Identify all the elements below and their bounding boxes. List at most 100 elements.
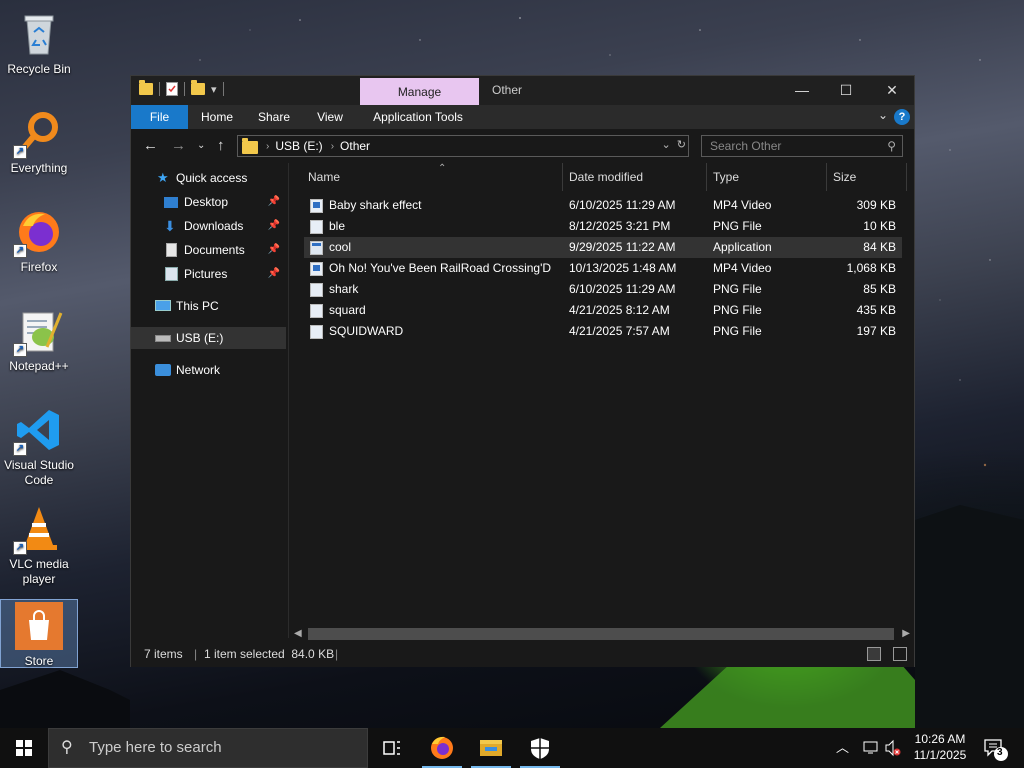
clock-date: 11/1/2025 bbox=[913, 748, 967, 762]
up-button[interactable]: ↑ bbox=[217, 137, 225, 154]
taskbar-firefox[interactable] bbox=[418, 728, 466, 768]
file-type: MP4 Video bbox=[713, 198, 772, 212]
horizontal-scrollbar[interactable]: ◀ ▶ bbox=[290, 626, 914, 642]
show-hidden-icons-button[interactable]: ︿ bbox=[836, 728, 849, 768]
folder-icon bbox=[139, 80, 153, 95]
details-view-button[interactable] bbox=[867, 647, 881, 661]
notification-center-button[interactable]: 3 bbox=[982, 728, 1012, 768]
file-name: ble bbox=[329, 219, 346, 233]
file-size: 85 KB bbox=[863, 282, 896, 296]
maximize-button[interactable]: ☐ bbox=[823, 76, 869, 105]
network-status[interactable] bbox=[862, 728, 880, 768]
file-row[interactable]: Oh No! You've Been RailRoad Crossing'D 10… bbox=[304, 258, 902, 279]
recent-locations-button[interactable]: ⌄ bbox=[197, 140, 205, 151]
network-disconnected-icon bbox=[863, 741, 878, 754]
tab-share[interactable]: Share bbox=[251, 105, 297, 129]
desktop-icon-firefox[interactable]: ↗ Firefox bbox=[0, 202, 78, 292]
desktop-icon-vlc[interactable]: ↗ VLC media player bbox=[0, 499, 78, 597]
nav-quick-access[interactable]: ★ Quick access bbox=[131, 167, 286, 189]
forward-button[interactable]: → bbox=[171, 137, 186, 154]
video-file-icon bbox=[310, 199, 323, 213]
file-size: 10 KB bbox=[863, 219, 896, 233]
desktop-icon-vscode[interactable]: ↗ Visual Studio Code bbox=[0, 400, 78, 498]
file-name: Baby shark effect bbox=[329, 198, 422, 212]
everything-search-icon: ↗ bbox=[13, 109, 63, 159]
nav-desktop[interactable]: Desktop 📌 bbox=[131, 191, 286, 213]
column-header-date[interactable]: Date modified bbox=[563, 163, 707, 191]
column-header-name[interactable]: Name ⌃ bbox=[302, 163, 563, 191]
search-placeholder: Search Other bbox=[710, 139, 782, 153]
file-name: Oh No! You've Been RailRoad Crossing'D bbox=[329, 261, 552, 275]
taskbar: ⚲ Type here to search ︿ 10:26 AM 11/1/20… bbox=[0, 728, 1024, 768]
tab-home[interactable]: Home bbox=[193, 105, 241, 129]
scroll-right-icon[interactable]: ▶ bbox=[902, 626, 910, 642]
chevron-up-icon: ︿ bbox=[836, 740, 850, 755]
file-date: 4/21/2025 8:12 AM bbox=[569, 303, 670, 317]
tab-view[interactable]: View bbox=[307, 105, 353, 129]
desktop-icon-label: Recycle Bin bbox=[7, 62, 71, 76]
taskbar-file-explorer[interactable] bbox=[467, 728, 515, 768]
column-header-type[interactable]: Type bbox=[707, 163, 827, 191]
file-row[interactable]: shark 6/10/2025 11:29 AM PNG File 85 KB bbox=[304, 279, 902, 300]
task-view-button[interactable] bbox=[368, 728, 416, 768]
help-icon[interactable]: ? bbox=[894, 109, 910, 125]
file-date: 4/21/2025 7:57 AM bbox=[569, 324, 670, 338]
separator bbox=[159, 82, 160, 96]
nav-pictures[interactable]: Pictures 📌 bbox=[131, 263, 286, 285]
selection-info: 1 item selected 84.0 KB bbox=[204, 647, 335, 661]
back-button[interactable]: ← bbox=[143, 137, 158, 154]
file-row[interactable]: SQUIDWARD 4/21/2025 7:57 AM PNG File 197 KB bbox=[304, 321, 902, 342]
minimize-button[interactable]: — bbox=[779, 76, 825, 105]
customize-toolbar-icon[interactable]: ▾ bbox=[211, 83, 217, 96]
desktop-icon-notepadpp[interactable]: ↗ Notepad++ bbox=[0, 301, 78, 391]
nav-documents[interactable]: Documents 📌 bbox=[131, 239, 286, 261]
breadcrumb-drive[interactable]: USB (E:) bbox=[275, 139, 322, 153]
search-input[interactable]: Search Other ⚲ bbox=[701, 135, 903, 157]
taskbar-search-placeholder: Type here to search bbox=[89, 739, 222, 756]
nav-usb-drive[interactable]: USB (E:) bbox=[131, 327, 286, 349]
taskbar-security[interactable] bbox=[516, 728, 564, 768]
file-row[interactable]: Baby shark effect 6/10/2025 11:29 AM MP4 V… bbox=[304, 195, 902, 216]
clock[interactable]: 10:26 AM 11/1/2025 bbox=[900, 731, 980, 763]
start-button[interactable] bbox=[0, 728, 48, 768]
scrollbar-thumb[interactable] bbox=[308, 628, 894, 640]
file-row[interactable]: ble 8/12/2025 3:21 PM PNG File 10 KB bbox=[304, 216, 902, 237]
nav-network[interactable]: Network bbox=[131, 359, 286, 381]
address-bar[interactable]: › USB (E:) › Other ⌄ ↻ bbox=[237, 135, 689, 157]
pin-icon[interactable]: 📌 bbox=[268, 263, 280, 285]
notepadpp-icon: ↗ bbox=[13, 307, 63, 357]
properties-icon[interactable] bbox=[166, 82, 178, 96]
nav-downloads[interactable]: ⬇ Downloads 📌 bbox=[131, 215, 286, 237]
file-type: MP4 Video bbox=[713, 261, 772, 275]
image-file-icon bbox=[310, 325, 323, 339]
pin-icon[interactable]: 📌 bbox=[268, 191, 280, 213]
taskbar-search-box[interactable]: ⚲ Type here to search bbox=[48, 728, 368, 768]
desktop-icon-everything[interactable]: ↗ Everything bbox=[0, 103, 78, 193]
file-row[interactable]: cool 9/29/2025 11:22 AM Application 84 KB bbox=[304, 237, 902, 258]
breadcrumb-folder[interactable]: Other bbox=[340, 139, 370, 153]
tab-application-tools[interactable]: Application Tools bbox=[365, 105, 471, 129]
pin-icon[interactable]: 📌 bbox=[268, 239, 280, 261]
desktop-icon-store[interactable]: Store bbox=[0, 599, 78, 668]
notification-count: 3 bbox=[997, 747, 1003, 758]
file-type: PNG File bbox=[713, 324, 762, 338]
refresh-icon[interactable]: ⌄ ↻ bbox=[661, 138, 686, 151]
file-row[interactable]: squard 4/21/2025 8:12 AM PNG File 435 KB bbox=[304, 300, 902, 321]
firefox-icon bbox=[431, 736, 453, 759]
file-size: 197 KB bbox=[856, 324, 896, 338]
video-file-icon bbox=[310, 262, 323, 276]
close-button[interactable]: ✕ bbox=[869, 76, 915, 105]
status-bar: 7 items | 1 item selected 84.0 KB | bbox=[131, 642, 914, 667]
tab-file[interactable]: File bbox=[131, 105, 188, 129]
chevron-down-icon[interactable]: ⌄ bbox=[878, 108, 888, 122]
nav-this-pc[interactable]: This PC bbox=[131, 295, 286, 317]
tab-manage[interactable]: Manage bbox=[360, 78, 479, 105]
search-icon: ⚲ bbox=[887, 139, 896, 153]
column-label: Name bbox=[308, 170, 341, 184]
desktop-icon-recycle-bin[interactable]: Recycle Bin bbox=[0, 4, 78, 94]
column-header-size[interactable]: Size bbox=[827, 163, 907, 191]
new-folder-icon[interactable] bbox=[191, 80, 205, 95]
large-icons-view-button[interactable] bbox=[893, 647, 907, 661]
scroll-left-icon[interactable]: ◀ bbox=[294, 626, 302, 642]
pin-icon[interactable]: 📌 bbox=[268, 215, 280, 237]
